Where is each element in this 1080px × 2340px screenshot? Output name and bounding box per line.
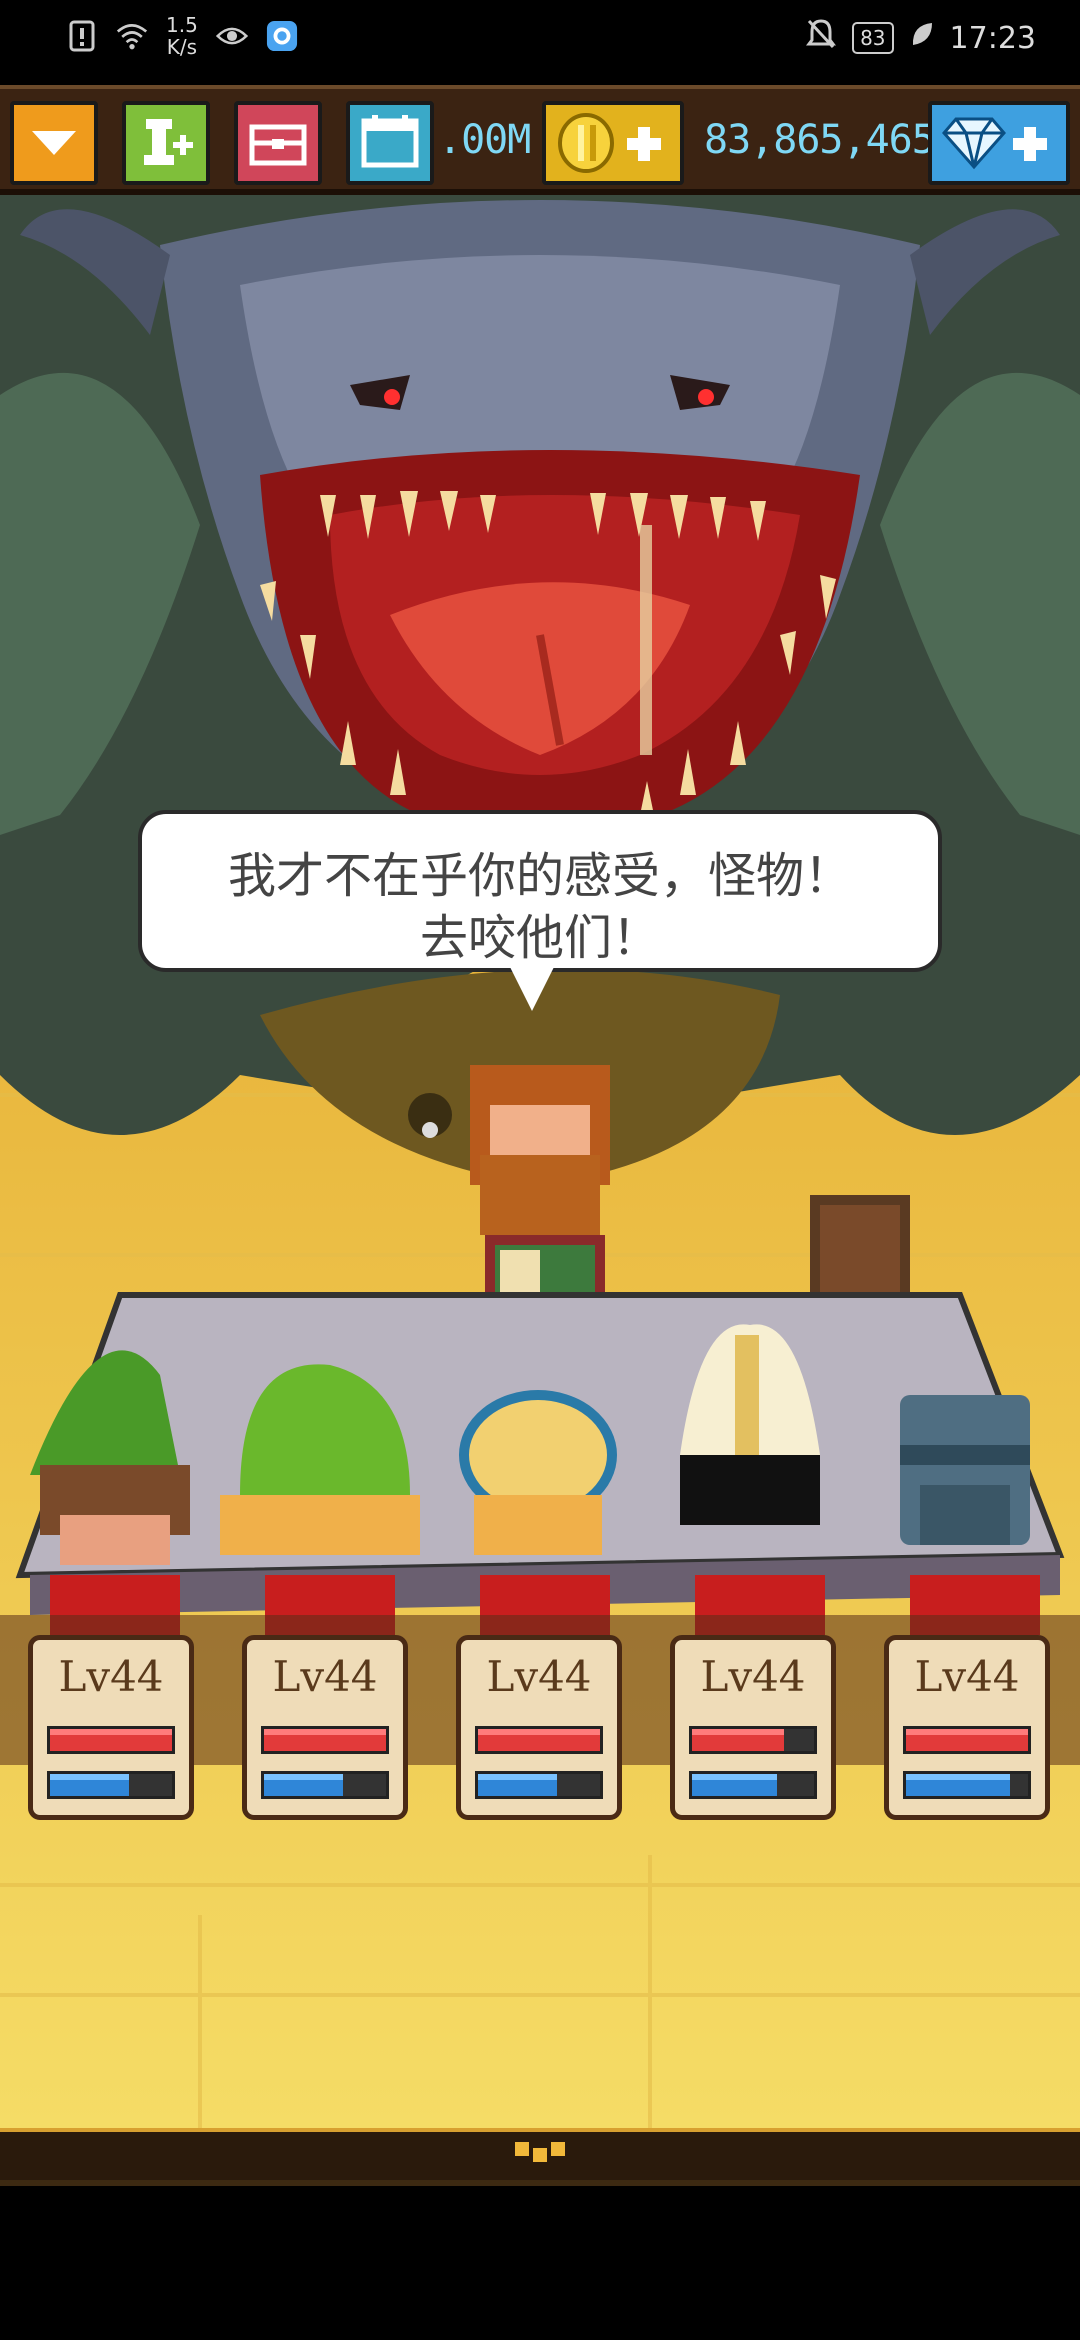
speech-bubble-tail (510, 967, 554, 1011)
clock: 17:23 (949, 20, 1036, 56)
calendar-button[interactable] (346, 101, 434, 185)
hp-bar (689, 1726, 817, 1754)
mp-bar (689, 1771, 817, 1799)
player-card-1[interactable]: Lv44 (28, 1635, 194, 1820)
mp-fill (906, 1774, 1010, 1796)
mute-icon (806, 18, 837, 58)
gold-coin-icon (558, 113, 614, 173)
drawer-handle-icon[interactable] (508, 2142, 572, 2164)
player-level: Lv44 (700, 1652, 806, 1701)
player-level: Lv44 (914, 1652, 1020, 1701)
recruit-icon (144, 119, 193, 165)
hp-fill (906, 1729, 1028, 1751)
hp-fill (692, 1729, 784, 1751)
eye-icon (215, 19, 248, 53)
calendar-icon (361, 115, 419, 168)
status-bar: 1.5 K/s 83 17:23 (0, 0, 1080, 85)
player-level: Lv44 (272, 1652, 378, 1701)
chest-icon (249, 124, 307, 166)
hp-bar (261, 1726, 389, 1754)
game-scene[interactable]: 我才不在乎你的感受，怪物！ 去咬他们！ Lv44 Lv44 Lv44 Lv44 … (0, 195, 1080, 2130)
dropdown-icon (32, 131, 76, 155)
mp-bar (903, 1771, 1031, 1799)
scene-artwork (0, 195, 1080, 2130)
player-mage-sprite (459, 1390, 617, 1555)
wifi-icon (116, 19, 148, 53)
player-knight-sprite (900, 1395, 1030, 1545)
network-speed: 1.5 K/s (166, 14, 198, 58)
dialog-line-1: 我才不在乎你的感受，怪物！ (227, 848, 852, 904)
mp-fill (478, 1774, 558, 1796)
mp-bar (47, 1771, 175, 1799)
game-toolbar: .00M 83,865,465 (0, 85, 1080, 195)
player-level: Lv44 (486, 1652, 592, 1701)
player-card-4[interactable]: Lv44 (670, 1635, 836, 1820)
app-notification-icon (266, 19, 298, 53)
player-card-5[interactable]: Lv44 (884, 1635, 1050, 1820)
plus-icon (627, 127, 661, 161)
mp-bar (475, 1771, 603, 1799)
calendar-value: .00M (438, 117, 531, 163)
mp-fill (264, 1774, 344, 1796)
player-level: Lv44 (58, 1652, 164, 1701)
hp-fill (50, 1729, 172, 1751)
network-speed-value: 1.5 (166, 13, 198, 37)
hp-bar (47, 1726, 175, 1754)
mp-bar (261, 1771, 389, 1799)
add-gold-button[interactable] (542, 101, 684, 185)
hp-fill (264, 1729, 386, 1751)
dialog-speech-bubble[interactable]: 我才不在乎你的感受，怪物！ 去咬他们！ (138, 810, 942, 972)
leaf-icon (910, 20, 934, 56)
menu-dropdown-button[interactable] (10, 101, 98, 185)
player-card-3[interactable]: Lv44 (456, 1635, 622, 1820)
bottom-drawer[interactable] (0, 2128, 1080, 2186)
network-speed-unit: K/s (166, 35, 198, 59)
hp-bar (475, 1726, 603, 1754)
battery-indicator: 83 (852, 22, 894, 54)
mp-fill (692, 1774, 778, 1796)
mp-fill (50, 1774, 130, 1796)
add-diamonds-button[interactable] (928, 101, 1070, 185)
gold-amount: 83,865,465 (704, 117, 936, 163)
player-card-2[interactable]: Lv44 (242, 1635, 408, 1820)
notification-alert-icon (66, 19, 98, 53)
recruit-button[interactable] (122, 101, 210, 185)
hp-bar (903, 1726, 1031, 1754)
dialog-line-2: 去咬他们！ (419, 910, 660, 966)
plus-icon (1013, 127, 1047, 161)
inventory-chest-button[interactable] (234, 101, 322, 185)
diamond-icon (942, 117, 1006, 170)
hp-fill (478, 1729, 600, 1751)
